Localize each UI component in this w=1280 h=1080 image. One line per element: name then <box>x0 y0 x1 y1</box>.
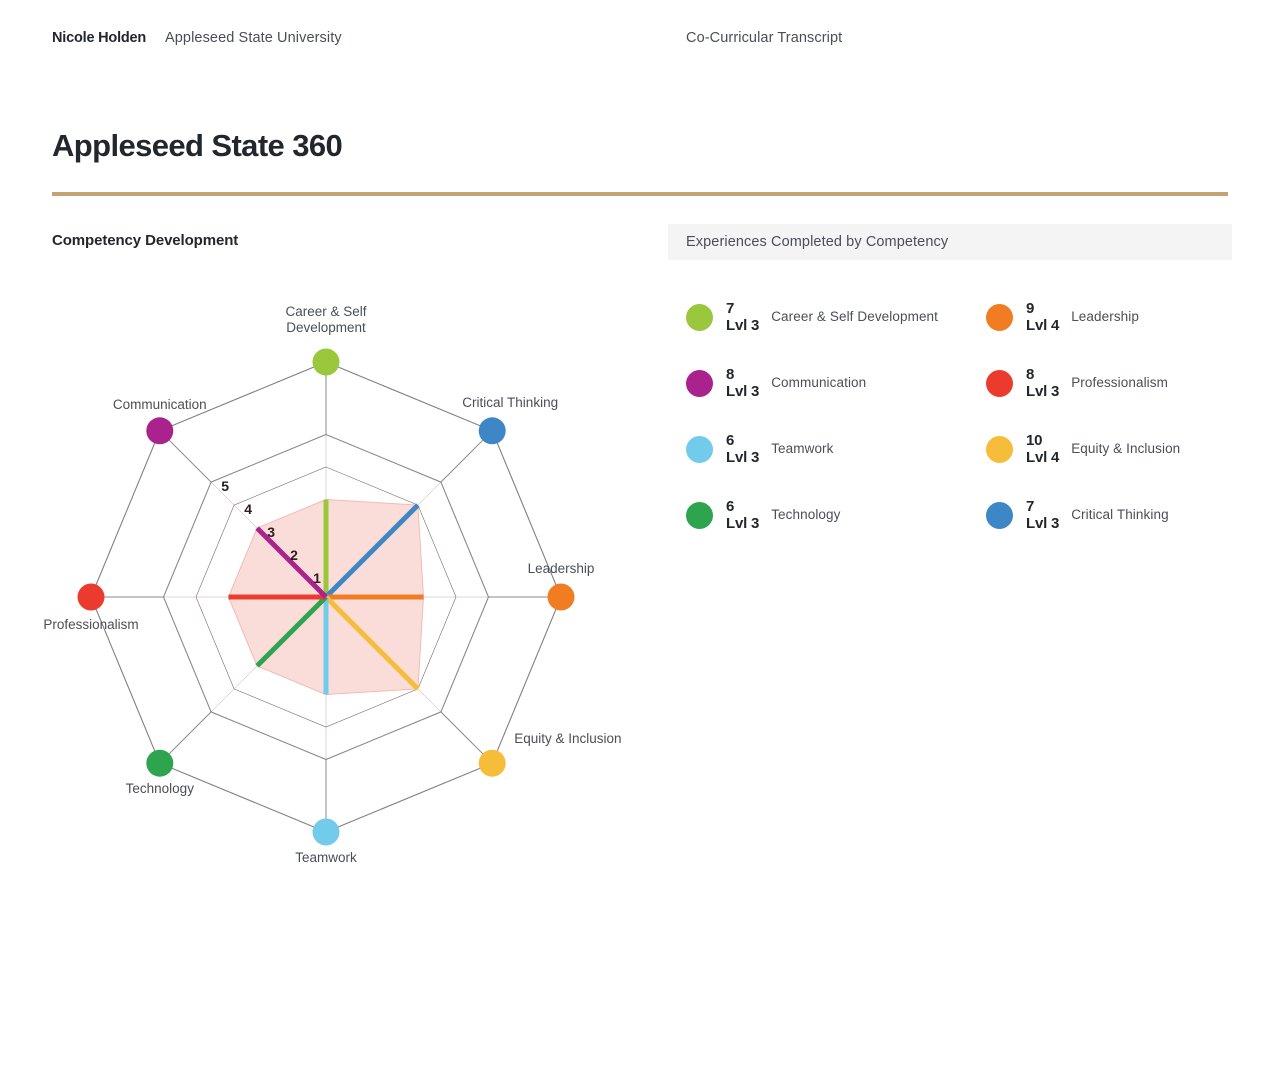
radar-axis-label-4: Teamwork <box>295 850 357 865</box>
legend-metrics: 9 Lvl 4 <box>1026 301 1059 333</box>
legend-competency-name: Critical Thinking <box>1071 506 1169 522</box>
legend-item[interactable]: 10 Lvl 4 Equity & Inclusion <box>968 416 1232 482</box>
radar-value-spokes <box>228 499 424 695</box>
legend-item[interactable]: 7 Lvl 3 Critical Thinking <box>968 482 1232 548</box>
legend-level: Lvl 3 <box>1026 515 1060 532</box>
legend-experience-count: 9 <box>1026 300 1035 317</box>
legend-competency-name: Career & Self Development <box>771 308 939 324</box>
competency-development-heading: Competency Development <box>52 232 239 249</box>
legend-level: Lvl 4 <box>1026 317 1060 334</box>
legend-experience-count: 7 <box>726 300 735 317</box>
legend-color-dot <box>686 369 713 397</box>
legend-competency-name: Leadership <box>1071 308 1139 324</box>
radar-axis-label-0: Career & Self Development <box>285 304 366 335</box>
legend-experience-count: 8 <box>726 366 735 383</box>
competency-radar-chart: 12345 Career & Self Development Critical T… <box>30 290 650 900</box>
legend-competency-name: Teamwork <box>771 440 834 456</box>
legend-experience-count: 10 <box>1026 432 1043 449</box>
radar-tick-label-1: 1 <box>313 570 321 586</box>
radar-dot-0[interactable] <box>312 348 340 376</box>
legend-experience-count: 6 <box>726 498 735 515</box>
radar-tick-label-5: 5 <box>221 478 229 494</box>
radar-dot-2[interactable] <box>547 583 575 611</box>
legend-metrics: 10 Lvl 4 <box>1026 433 1059 465</box>
legend-item[interactable]: 7 Lvl 3 Career & Self Development <box>668 284 968 350</box>
legend-experience-count: 6 <box>726 432 735 449</box>
legend-level: Lvl 4 <box>1026 449 1060 466</box>
institution-name: Appleseed State University <box>165 30 342 46</box>
radar-axis-label-7: Communication <box>113 397 207 412</box>
radar-dot-5[interactable] <box>146 749 174 777</box>
experiences-legend-panel: Experiences Completed by Competency 7 Lvl… <box>668 224 1232 548</box>
radar-dot-3[interactable] <box>478 749 506 777</box>
legend-competency-name: Equity & Inclusion <box>1071 440 1181 456</box>
radar-axis-label-1: Critical Thinking <box>462 395 558 410</box>
document-type: Co-Curricular Transcript <box>686 30 843 46</box>
legend-item[interactable]: 6 Lvl 3 Technology <box>668 482 968 548</box>
legend-item[interactable]: 8 Lvl 3 Communication <box>668 350 968 416</box>
legend-metrics: 7 Lvl 3 <box>726 301 759 333</box>
legend-level: Lvl 3 <box>726 317 760 334</box>
legend-panel-title: Experiences Completed by Competency <box>686 234 949 250</box>
legend-level: Lvl 3 <box>1026 383 1060 400</box>
radar-axis-label-6: Professionalism <box>43 617 138 632</box>
legend-item[interactable]: 9 Lvl 4 Leadership <box>968 284 1232 350</box>
legend-item[interactable]: 8 Lvl 3 Professionalism <box>968 350 1232 416</box>
radar-dot-7[interactable] <box>146 417 174 445</box>
radar-axis-label-3: Equity & Inclusion <box>514 731 621 746</box>
legend-color-dot <box>686 303 713 331</box>
legend-metrics: 8 Lvl 3 <box>1026 367 1059 399</box>
radar-tick-label-3: 3 <box>267 524 275 540</box>
legend-metrics: 7 Lvl 3 <box>1026 499 1059 531</box>
radar-dot-1[interactable] <box>478 417 506 445</box>
legend-color-dot <box>986 501 1013 529</box>
radar-tick-label-4: 4 <box>244 501 252 517</box>
legend-competency-name: Professionalism <box>1071 374 1168 390</box>
legend-color-dot <box>986 435 1013 463</box>
legend-competency-name: Communication <box>771 374 867 390</box>
legend-color-dot <box>986 369 1013 397</box>
legend-level: Lvl 3 <box>726 383 760 400</box>
legend-metrics: 6 Lvl 3 <box>726 433 759 465</box>
legend-level: Lvl 3 <box>726 515 760 532</box>
legend-color-dot <box>686 501 713 529</box>
radar-dot-4[interactable] <box>312 818 340 846</box>
student-name: Nicole Holden <box>52 30 147 46</box>
legend-metrics: 8 Lvl 3 <box>726 367 759 399</box>
title-divider <box>52 192 1228 196</box>
legend-item[interactable]: 6 Lvl 3 Teamwork <box>668 416 968 482</box>
page-title: Appleseed State 360 <box>52 128 343 163</box>
legend-color-dot <box>686 435 713 463</box>
page-header: Nicole Holden Appleseed State University… <box>0 0 1280 72</box>
legend-items-grid: 7 Lvl 3 Career & Self Development 9 Lvl 4 Lea… <box>668 284 1232 548</box>
legend-experience-count: 8 <box>1026 366 1035 383</box>
legend-metrics: 6 Lvl 3 <box>726 499 759 531</box>
legend-competency-name: Technology <box>771 506 841 522</box>
radar-dot-6[interactable] <box>77 583 105 611</box>
radar-axis-label-5: Technology <box>126 781 195 796</box>
radar-tick-label-2: 2 <box>290 547 298 563</box>
legend-level: Lvl 3 <box>726 449 760 466</box>
radar-axis-label-2: Leadership <box>528 561 595 576</box>
legend-panel-header: Experiences Completed by Competency <box>668 224 1232 260</box>
radar-chart-svg: 12345 Career & Self Development Critical T… <box>43 304 621 865</box>
legend-experience-count: 7 <box>1026 498 1035 515</box>
legend-color-dot <box>986 303 1013 331</box>
